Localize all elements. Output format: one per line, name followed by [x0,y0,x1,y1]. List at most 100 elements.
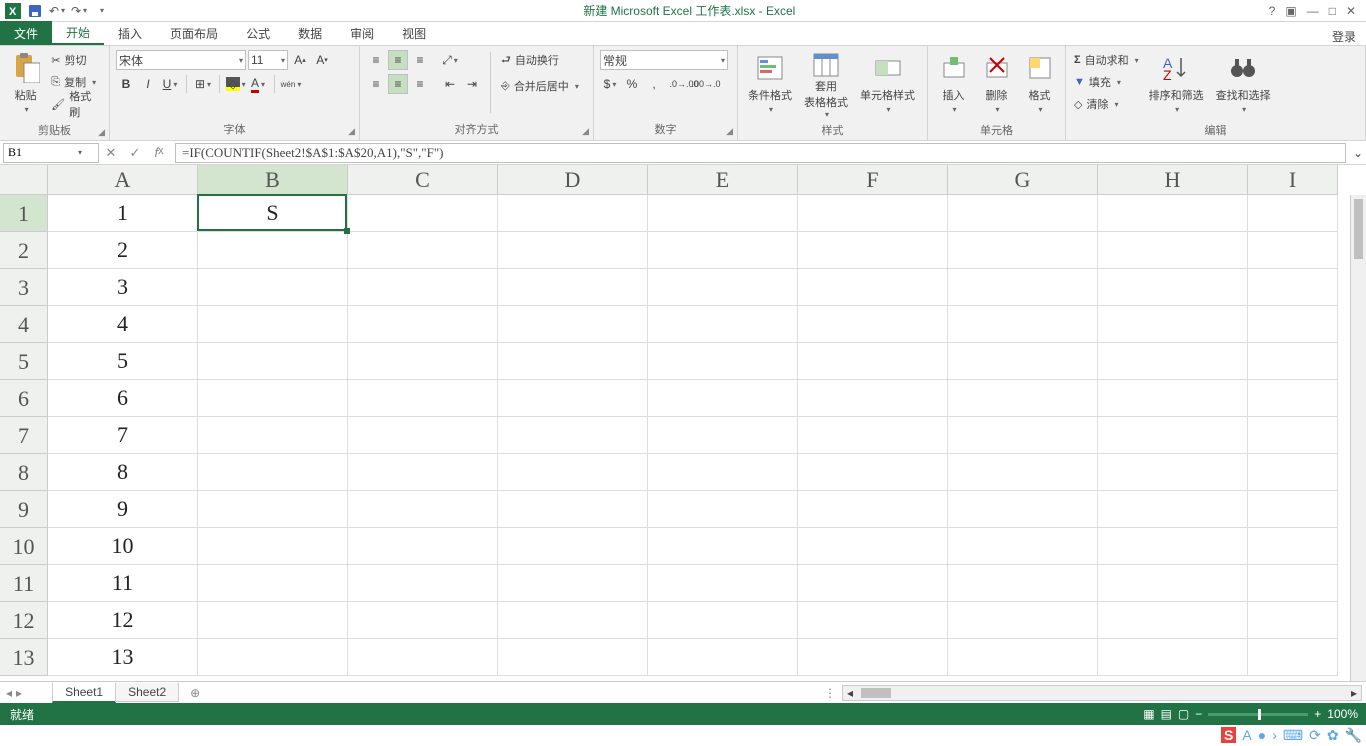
tray-icon[interactable]: ● [1258,727,1266,743]
file-tab[interactable]: 文件 [0,21,52,45]
row-header[interactable]: 9 [0,491,48,528]
find-select-button[interactable]: 查找和选择▾ [1212,50,1275,116]
row-header[interactable]: 6 [0,380,48,417]
row-headers[interactable]: 12345678910111213 [0,195,48,676]
cell[interactable] [648,306,798,343]
ribbon-options-icon[interactable]: ▣ [1285,4,1296,18]
align-right-icon[interactable]: ≡ [410,74,430,94]
view-normal-icon[interactable]: ▦ [1143,707,1154,721]
align-middle-icon[interactable]: ≡ [388,50,408,70]
cell[interactable] [798,565,948,602]
wrap-text-button[interactable]: ⮐自动换行 [499,50,581,70]
zoom-out-icon[interactable]: − [1195,707,1202,721]
cell[interactable] [198,269,348,306]
cell[interactable] [1098,602,1248,639]
tray-icon[interactable]: ✿ [1327,727,1339,744]
cell[interactable] [1098,565,1248,602]
cell-styles-button[interactable]: 单元格样式▾ [856,50,919,116]
view-pagebreak-icon[interactable]: ▢ [1178,707,1189,721]
cell[interactable]: 10 [48,528,198,565]
cell[interactable] [798,454,948,491]
tab-review[interactable]: 审阅 [336,21,388,45]
ime-icon[interactable]: S [1221,727,1236,743]
cell[interactable] [1248,417,1338,454]
tray-icon[interactable]: A [1242,727,1251,743]
format-painter-button[interactable]: 🖌格式刷 [49,94,103,114]
phonetic-button[interactable]: wén▾ [281,74,301,94]
accounting-icon[interactable]: $▾ [600,74,620,94]
cell[interactable] [648,491,798,528]
cell[interactable] [1248,306,1338,343]
cell[interactable] [198,417,348,454]
font-name-select[interactable]: 宋体▾ [116,50,246,70]
tray-icon[interactable]: 🔧 [1345,727,1362,744]
cell[interactable] [498,232,648,269]
cell[interactable]: 12 [48,602,198,639]
tab-split-icon[interactable]: ⋮ [824,686,842,700]
cell[interactable]: 1 [48,195,198,232]
cell[interactable] [198,565,348,602]
cell[interactable] [498,639,648,676]
cell[interactable] [798,417,948,454]
align-top-icon[interactable]: ≡ [366,50,386,70]
format-cells-button[interactable]: 格式▾ [1020,50,1059,116]
cell[interactable] [798,639,948,676]
chevron-down-icon[interactable]: ▾ [76,148,82,157]
formula-input[interactable]: =IF(COUNTIF(Sheet2!$A$1:$A$20,A1),"S","F… [175,143,1346,163]
align-bottom-icon[interactable]: ≡ [410,50,430,70]
cell[interactable] [1098,491,1248,528]
fill-color-button[interactable]: ◇▾ [226,74,246,94]
sheet-tab-1[interactable]: Sheet1 [52,683,116,703]
insert-cells-button[interactable]: 插入▾ [934,50,973,116]
row-header[interactable]: 3 [0,269,48,306]
cell[interactable] [348,195,498,232]
cell[interactable] [948,306,1098,343]
zoom-level[interactable]: 100% [1327,707,1358,721]
cell[interactable] [498,343,648,380]
cell[interactable] [198,343,348,380]
cell[interactable] [798,380,948,417]
cell[interactable]: 4 [48,306,198,343]
row-header[interactable]: 2 [0,232,48,269]
zoom-slider[interactable] [1208,713,1308,716]
format-table-button[interactable]: 套用 表格格式▾ [800,50,852,116]
cell[interactable] [1248,380,1338,417]
cell[interactable] [648,565,798,602]
paste-button[interactable]: 粘贴 ▾ [6,50,45,116]
zoom-in-icon[interactable]: + [1314,707,1321,721]
cell[interactable] [1098,528,1248,565]
fx-icon[interactable]: fx [147,145,171,160]
column-header[interactable]: E [648,165,798,195]
decrease-decimal-icon[interactable]: .00→.0 [696,74,716,94]
cell[interactable] [648,343,798,380]
cell[interactable] [498,491,648,528]
cell[interactable] [648,195,798,232]
cell[interactable] [798,343,948,380]
cell[interactable] [498,565,648,602]
cell[interactable] [1098,195,1248,232]
column-header[interactable]: F [798,165,948,195]
tab-data[interactable]: 数据 [284,21,336,45]
cell[interactable] [348,528,498,565]
cell[interactable] [198,639,348,676]
cell[interactable]: S [198,195,348,232]
tray-icon[interactable]: ⌨ [1283,727,1303,744]
column-header[interactable]: C [348,165,498,195]
redo-icon[interactable]: ↷▾ [70,2,88,20]
cell[interactable] [648,417,798,454]
italic-button[interactable]: I [138,74,158,94]
orientation-icon[interactable]: ⤢▾ [440,50,460,70]
cancel-formula-icon[interactable]: ✕ [99,145,123,161]
cell[interactable] [948,639,1098,676]
new-sheet-button[interactable]: ⊕ [178,686,212,700]
cell[interactable] [648,602,798,639]
column-header[interactable]: H [1098,165,1248,195]
cell[interactable] [498,528,648,565]
cell[interactable] [198,491,348,528]
cell[interactable] [948,195,1098,232]
column-header[interactable]: G [948,165,1098,195]
cell[interactable] [648,269,798,306]
cell[interactable] [948,491,1098,528]
tab-page-layout[interactable]: 页面布局 [156,21,232,45]
cell[interactable] [648,639,798,676]
